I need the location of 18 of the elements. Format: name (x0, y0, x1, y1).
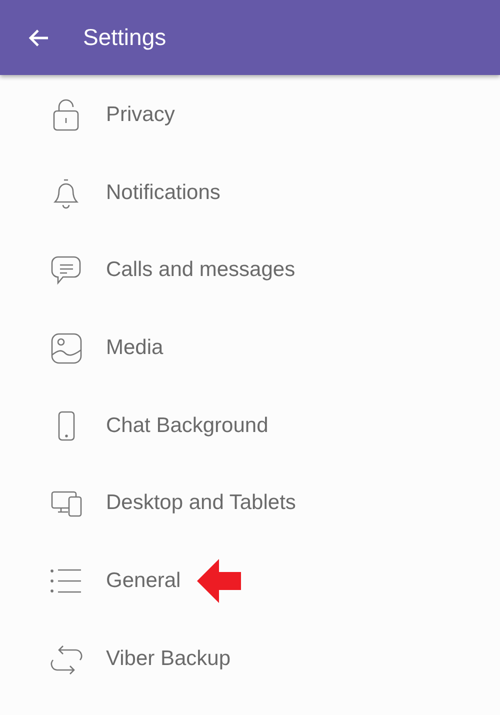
item-label: Chat Background (106, 414, 268, 438)
item-label: Viber Backup (106, 646, 231, 671)
settings-item[interactable]: Calls and messages (0, 231, 500, 310)
settings-item[interactable]: Desktop and Tablets (0, 464, 500, 542)
settings-item[interactable]: Privacy (0, 76, 500, 154)
screen-title: Settings (83, 24, 166, 51)
image-icon (49, 330, 83, 365)
item-label: Desktop and Tablets (106, 491, 296, 516)
settings-item[interactable]: General (0, 542, 500, 620)
item-label: Notifications (106, 180, 220, 205)
settings-item[interactable]: Viber Backup (0, 620, 500, 698)
item-label: General (106, 568, 181, 593)
settings-item[interactable]: Chat Background (0, 386, 500, 464)
item-label: Calls and messages (106, 258, 296, 282)
item-label: Media (106, 336, 164, 360)
item-label: Privacy (106, 102, 175, 127)
settings-item[interactable]: Notifications (0, 154, 500, 232)
settings-item[interactable]: Media (0, 309, 500, 387)
